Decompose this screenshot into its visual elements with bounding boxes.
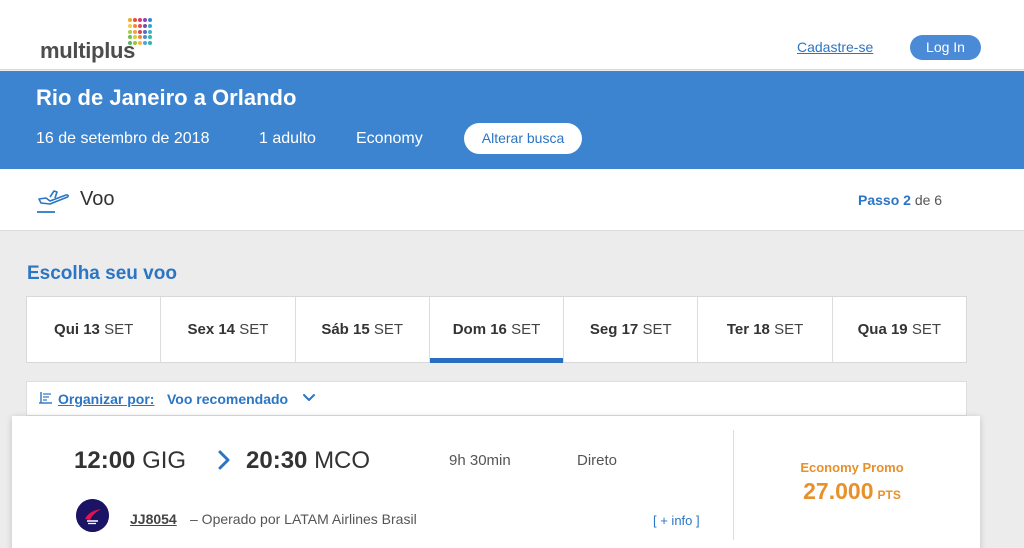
logo-dot [148,23,152,28]
date-tab-month: SET [642,321,672,338]
multiplus-logo[interactable]: multiplus [40,16,170,64]
logo-dot [143,23,147,28]
date-tab-sab-15[interactable]: Sáb 15 SET [296,297,430,362]
step-label: Voo [80,188,115,210]
sort-by-label[interactable]: Organizar por: [58,391,154,407]
date-tab-month: SET [104,321,134,338]
step-bar: Voo Passo 2 de 6 [0,169,1024,231]
logo-dot [143,41,147,46]
search-passengers: 1 adulto [259,130,316,147]
sort-bar: Organizar por: Voo recomendado [26,381,967,416]
logo-dot [143,35,147,40]
sort-by-value[interactable]: Voo recomendado [167,391,288,407]
step-total: 6 [934,192,943,208]
search-summary-banner: Rio de Janeiro a Orlando 16 de setembro … [0,71,1024,169]
departure-airport: GIG [142,447,187,474]
more-info-link[interactable]: [ + info ] [653,513,700,528]
logo-dot [138,18,142,22]
step-counter: Passo 2 de 6 [858,192,942,208]
flight-result-card[interactable]: 12:00 GIG 20:30 MCO 9h 30min Direto JJ80… [12,416,980,548]
flight-duration: 9h 30min [449,452,511,469]
card-divider [733,430,734,540]
plane-takeoff-icon [37,190,70,213]
logo-dot [138,23,142,28]
route-title: Rio de Janeiro a Orlando [36,85,297,110]
fare-class-label: Economy Promo [800,460,904,475]
signup-link[interactable]: Cadastre-se [797,39,873,55]
logo-dot [128,29,132,34]
date-tab-ter-18[interactable]: Ter 18 SET [698,297,833,362]
logo-dot [128,18,132,22]
latam-airline-logo-icon [76,499,109,532]
logo-dot [138,29,142,34]
flight-number-link[interactable]: JJ8054 [130,511,177,527]
logo-dot [143,18,147,22]
operated-by-text: – Operado por LATAM Airlines Brasil [190,511,417,527]
choose-flight-title: Escolha seu voo [27,263,177,284]
logo-dot [138,41,142,46]
date-tab-month: SET [373,321,404,338]
logo-dot [128,23,132,28]
departure: 12:00 GIG [74,447,186,475]
fare-unit: PTS [877,488,901,502]
search-cabin: Economy [356,130,423,147]
step-separator: de [914,192,931,208]
date-tab-day: Sex 14 [187,321,236,338]
date-tab-month: SET [239,321,269,338]
date-tab-month: SET [774,321,804,338]
logo-dot [133,29,137,34]
chevron-right-icon [218,450,230,470]
arrival-airport: MCO [314,447,371,474]
date-tab-qua-19[interactable]: Qua 19 SET [833,297,966,362]
fare-price[interactable]: 27.000 PTS [737,478,967,505]
date-tab-sex-14[interactable]: Sex 14 SET [161,297,296,362]
logo-dot [148,18,152,22]
date-tab-day: Seg 17 [589,321,639,338]
step-current: 2 [903,192,911,208]
sort-icon [39,392,52,404]
date-tab-day: Qua 19 [857,321,908,338]
date-tab-month: SET [911,321,942,338]
logo-dot [148,41,152,46]
logo-dot [133,18,137,22]
departure-time: 12:00 [74,447,136,474]
date-tab-day: Ter 18 [726,321,770,338]
date-tab-qui-13[interactable]: Qui 13 SET [27,297,162,362]
date-tab-day: Sáb 15 [321,321,370,338]
alter-search-button[interactable]: Alterar busca [464,123,582,154]
date-tab-day: Dom 16 [452,321,507,338]
date-tabs: Qui 13 SET Sex 14 SET Sáb 15 SET Dom 16 … [26,296,967,363]
logo-dot [148,29,152,34]
step-prefix: Passo [858,192,900,208]
logo-text: multiplus [40,38,136,63]
logo-dot [133,23,137,28]
search-date: 16 de setembro de 2018 [36,130,210,147]
chevron-down-icon[interactable] [302,391,316,405]
date-tab-dom-16[interactable]: Dom 16 SET [429,297,565,363]
flight-stops: Direto [577,452,618,469]
date-tab-seg-17[interactable]: Seg 17 SET [564,297,699,362]
date-tab-day: Qui 13 [54,321,100,338]
logo-dot [148,35,152,40]
logo-dot [143,29,147,34]
logo-dot [138,35,142,40]
top-bar: multiplus Cadastre-se Log In [0,0,1024,70]
fare-amount: 27.000 [803,478,874,504]
date-tab-month: SET [511,321,541,338]
arrival-time: 20:30 [246,447,308,474]
arrival: 20:30 MCO [246,447,370,475]
login-button[interactable]: Log In [910,35,981,60]
